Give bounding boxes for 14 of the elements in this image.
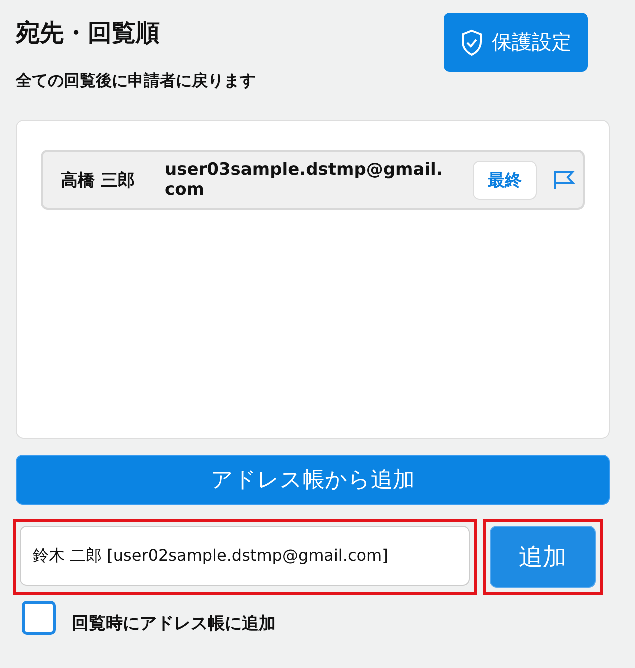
add-button[interactable]: 追加 — [490, 526, 596, 588]
checkbox[interactable] — [22, 601, 56, 635]
recipient-row[interactable]: 高橋 三郎 user03sample.dstmp@gmail.com 最終 — [41, 150, 585, 210]
recipient-input-field[interactable]: 鈴木 二郎 [user02sample.dstmp@gmail.com] — [20, 526, 470, 586]
protect-settings-button[interactable]: 保護設定 — [444, 13, 588, 72]
final-tag[interactable]: 最終 — [473, 160, 537, 200]
recipient-email: user03sample.dstmp@gmail.com — [165, 160, 444, 200]
route-note: 全ての回覧後に申請者に戻ります — [16, 71, 256, 92]
flag-icon[interactable] — [553, 170, 575, 190]
checkbox-label: 回覧時にアドレス帳に追加 — [72, 612, 276, 634]
address-book-button[interactable]: アドレス帳から追加 — [16, 455, 610, 505]
page-title: 宛先・回覧順 — [16, 18, 161, 49]
recipient-name: 高橋 三郎 — [61, 170, 136, 192]
shield-check-icon — [460, 28, 484, 56]
